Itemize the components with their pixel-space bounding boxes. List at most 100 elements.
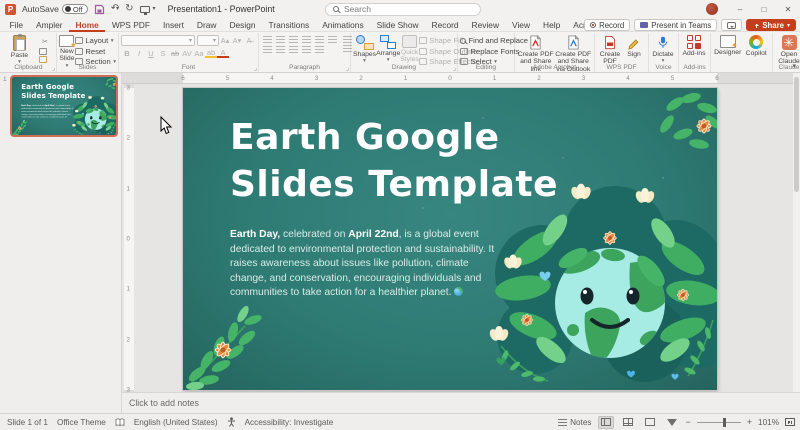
theme-name[interactable]: Office Theme xyxy=(57,418,106,427)
slide-canvas[interactable]: Earth Google Slides Template Earth Day, … xyxy=(183,88,717,390)
accessibility-button[interactable] xyxy=(227,417,236,427)
shapes-button[interactable]: Shapes ▾ xyxy=(353,34,376,64)
normal-view-button[interactable] xyxy=(597,415,614,429)
zoom-out-button[interactable]: − xyxy=(686,417,691,427)
tab-help[interactable]: Help xyxy=(537,19,567,32)
tab-view[interactable]: View xyxy=(506,19,537,32)
sign-button[interactable]: Sign xyxy=(623,34,645,58)
dialog-launcher-icon[interactable]: ⌟ xyxy=(254,64,257,72)
bold-button[interactable]: B xyxy=(121,48,133,58)
layout-button[interactable]: Layout ▾ xyxy=(74,36,116,45)
fit-slide-to-window-button[interactable] xyxy=(785,418,795,426)
vertical-scrollbar[interactable] xyxy=(793,73,800,392)
font-color-button[interactable]: A xyxy=(217,48,229,58)
clear-formatting-button[interactable]: A̶ xyxy=(243,36,255,46)
columns-button[interactable] xyxy=(315,46,324,53)
redo-button[interactable]: ↻ xyxy=(125,4,133,14)
language-indicator[interactable]: English (United States) xyxy=(134,418,218,427)
indent-decrease-button[interactable] xyxy=(289,36,298,43)
notes-pane[interactable]: Click to add notes xyxy=(122,392,800,413)
zoom-in-button[interactable]: + xyxy=(747,417,752,427)
decrease-font-size-button[interactable]: A▾ xyxy=(231,36,243,46)
shadow-button[interactable]: S xyxy=(157,48,169,58)
font-name-combo[interactable]: ▾ xyxy=(121,35,195,46)
notes-toggle-button[interactable]: Notes xyxy=(558,418,592,427)
font-size-combo[interactable]: ▾ xyxy=(197,35,219,46)
underline-button[interactable]: U xyxy=(145,48,157,58)
customize-qat-button[interactable]: ▾ xyxy=(153,4,156,14)
scrollbar-thumb[interactable] xyxy=(794,77,799,192)
designer-button[interactable]: Designer xyxy=(713,34,742,56)
search-box[interactable]: Search xyxy=(325,2,481,16)
slide-title[interactable]: Earth Google Slides Template xyxy=(230,114,558,208)
copy-button[interactable] xyxy=(39,47,47,55)
present-in-teams-button[interactable]: Present in Teams xyxy=(634,19,718,31)
tab-file[interactable]: File xyxy=(3,19,30,32)
close-button[interactable]: ✕ xyxy=(776,0,800,18)
zoom-level[interactable]: 101% xyxy=(758,418,779,427)
autosave-toggle[interactable]: AutoSave Off xyxy=(22,4,88,14)
slide-body-text[interactable]: Earth Day, celebrated on April 22nd, is … xyxy=(230,228,508,301)
highlight-color-button[interactable]: ab xyxy=(205,48,217,58)
increase-font-size-button[interactable]: A▴ xyxy=(219,36,231,46)
reading-view-button[interactable] xyxy=(642,416,658,429)
zoom-slider-thumb[interactable] xyxy=(723,417,727,427)
quick-styles-button[interactable]: Quick Styles xyxy=(400,34,419,64)
horizontal-ruler[interactable]: 6 5 4 3 2 1 0 1 2 3 4 5 6 xyxy=(122,73,800,84)
record-button[interactable]: Record xyxy=(584,19,631,31)
dialog-launcher-icon[interactable]: ⌟ xyxy=(453,64,456,72)
character-spacing-button[interactable]: AV xyxy=(181,48,193,58)
dialog-launcher-icon[interactable]: ⌟ xyxy=(52,64,55,72)
save-button[interactable] xyxy=(94,4,105,15)
indent-increase-button[interactable] xyxy=(302,36,311,43)
dictate-button[interactable]: Dictate ▾ xyxy=(651,34,675,64)
copilot-button[interactable]: Copilot xyxy=(742,34,770,57)
paste-button[interactable]: Paste ▾ xyxy=(3,34,36,65)
slide-1-thumbnail[interactable]: Earth Google Slides Template Earth Day, … xyxy=(10,75,118,137)
collapse-ribbon-button[interactable]: ▾ xyxy=(792,62,796,70)
minimize-button[interactable]: – xyxy=(728,0,752,18)
new-slide-button[interactable]: New Slide ▾ xyxy=(59,34,76,69)
comments-button[interactable] xyxy=(721,19,743,31)
cut-button[interactable]: ✂ xyxy=(39,36,51,46)
maximize-button[interactable]: □ xyxy=(752,0,776,18)
align-right-button[interactable] xyxy=(289,46,298,53)
vertical-ruler[interactable]: 3210123 xyxy=(124,84,134,394)
share-button[interactable]: Share ▾ xyxy=(746,19,796,31)
arrange-button[interactable]: Arrange ▾ xyxy=(376,34,400,63)
text-direction-button[interactable] xyxy=(328,36,337,43)
dialog-launcher-icon[interactable]: ⌟ xyxy=(346,64,349,72)
slide-sorter-view-button[interactable] xyxy=(620,416,636,429)
reset-button[interactable]: Reset xyxy=(74,47,116,56)
numbering-button[interactable] xyxy=(276,36,285,43)
line-spacing-button[interactable] xyxy=(315,36,324,43)
align-left-button[interactable] xyxy=(263,46,272,53)
tab-draw[interactable]: Draw xyxy=(190,19,223,32)
bullets-button[interactable] xyxy=(263,36,272,43)
create-pdf-button[interactable]: Create PDF xyxy=(597,34,623,66)
addins-button[interactable]: Add-ins xyxy=(681,34,707,57)
strikethrough-button[interactable]: ab xyxy=(169,48,181,58)
tab-transitions[interactable]: Transitions xyxy=(262,19,316,32)
start-slideshow-button[interactable] xyxy=(139,5,150,15)
tab-wps-pdf[interactable]: WPS PDF xyxy=(105,19,156,32)
tab-animations[interactable]: Animations xyxy=(316,19,370,32)
align-center-button[interactable] xyxy=(276,46,285,53)
tab-home[interactable]: Home xyxy=(69,19,105,32)
justify-button[interactable] xyxy=(302,46,311,53)
tab-ampler[interactable]: Ampler xyxy=(30,19,70,32)
change-case-button[interactable]: Aa xyxy=(193,48,205,58)
user-avatar[interactable] xyxy=(706,3,718,15)
slideshow-view-button[interactable] xyxy=(664,416,680,429)
open-claude-button[interactable]: ✳ Open Claude xyxy=(775,34,800,66)
spellcheck-button[interactable] xyxy=(115,417,125,427)
zoom-slider[interactable] xyxy=(696,417,741,427)
format-painter-button[interactable] xyxy=(39,56,47,63)
tab-slide-show[interactable]: Slide Show xyxy=(370,19,425,32)
accessibility-status[interactable]: Accessibility: Investigate xyxy=(245,418,334,427)
tab-review[interactable]: Review xyxy=(465,19,505,32)
tab-design[interactable]: Design xyxy=(223,19,262,32)
tab-record[interactable]: Record xyxy=(425,19,465,32)
tab-insert[interactable]: Insert xyxy=(156,19,190,32)
italic-button[interactable]: I xyxy=(133,48,145,58)
